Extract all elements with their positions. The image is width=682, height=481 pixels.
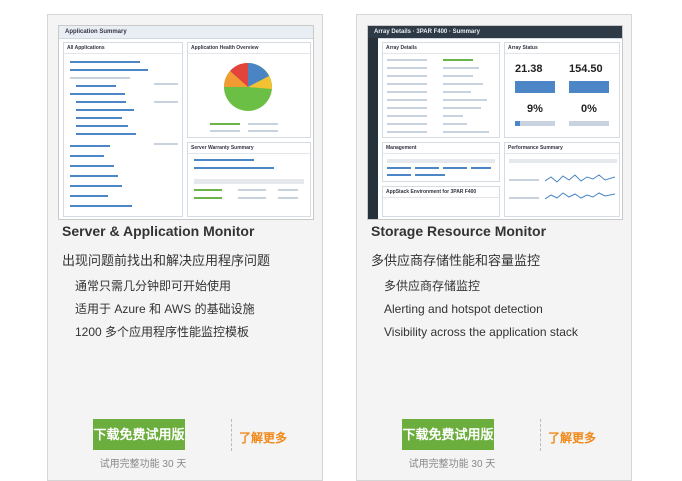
divider bbox=[540, 419, 541, 451]
product-screenshot: Application Summary All Applications App… bbox=[58, 25, 314, 220]
screenshot-panel-management: Management bbox=[382, 142, 500, 182]
screenshot-panel-performance: Performance Summary bbox=[504, 142, 620, 217]
stat-value: 9% bbox=[527, 103, 543, 115]
stat-value: 154.50 bbox=[569, 63, 603, 75]
feature-item: 适用于 Azure 和 AWS 的基础设施 bbox=[75, 302, 255, 316]
feature-item: Alerting and hotspot detection bbox=[384, 302, 543, 316]
screenshot-sidebar bbox=[368, 38, 378, 219]
screenshot-panel-warranty: Server Warranty Summary bbox=[187, 142, 311, 217]
feature-item: Visibility across the application stack bbox=[384, 325, 578, 339]
learn-more-link[interactable]: 了解更多 bbox=[548, 429, 596, 446]
download-trial-button[interactable]: 下载免费试用版 bbox=[93, 419, 185, 450]
feature-item: 通常只需几分钟即可开始使用 bbox=[75, 279, 232, 293]
pie-chart-icon bbox=[223, 62, 273, 111]
screenshot-panel-title: Management bbox=[383, 143, 499, 154]
product-title: Server & Application Monitor bbox=[62, 223, 255, 239]
feature-list: 通常只需几分钟即可开始使用 适用于 Azure 和 AWS 的基础设施 1200… bbox=[75, 275, 255, 344]
divider bbox=[231, 419, 232, 451]
stat-value: 0% bbox=[581, 103, 597, 115]
screenshot-panel-title: Array Details bbox=[383, 43, 499, 54]
download-trial-button[interactable]: 下载免费试用版 bbox=[402, 419, 494, 450]
screenshot-panel-title: Performance Summary bbox=[505, 143, 619, 154]
learn-more-link[interactable]: 了解更多 bbox=[239, 429, 287, 446]
performance-chart-icon bbox=[545, 174, 615, 200]
feature-item: 多供应商存储监控 bbox=[384, 279, 481, 293]
product-screenshot: Array Details · 3PAR F400 · Summary Arra… bbox=[367, 25, 623, 220]
screenshot-panel-title: AppStack Environment for 3PAR F400 bbox=[383, 187, 499, 198]
product-card-sam: Application Summary All Applications App… bbox=[47, 14, 323, 481]
screenshot-header: Application Summary bbox=[59, 26, 313, 39]
stat-value: 21.38 bbox=[515, 63, 543, 75]
product-subtitle: 出现问题前找出和解决应用程序问题 bbox=[62, 253, 271, 268]
screenshot-panel-title: Application Health Overview bbox=[188, 43, 310, 54]
screenshot-panel-applications: All Applications bbox=[63, 42, 183, 217]
product-card-srm: Array Details · 3PAR F400 · Summary Arra… bbox=[356, 14, 632, 481]
product-subtitle: 多供应商存储性能和容量监控 bbox=[371, 253, 541, 268]
feature-item: 1200 多个应用程序性能监控模板 bbox=[75, 325, 250, 339]
feature-list: 多供应商存储监控 Alerting and hotspot detection … bbox=[384, 275, 578, 344]
screenshot-panel-array-status: Array Status 21.38 154.50 9% 0% bbox=[504, 42, 620, 138]
screenshot-panel-appstack: AppStack Environment for 3PAR F400 bbox=[382, 186, 500, 217]
trial-note: 试用完整功能 30 天 bbox=[408, 459, 496, 470]
product-title: Storage Resource Monitor bbox=[371, 223, 547, 239]
screenshot-panel-health: Application Health Overview bbox=[187, 42, 311, 138]
trial-note: 试用完整功能 30 天 bbox=[99, 459, 187, 470]
screenshot-panel-array-details: Array Details bbox=[382, 42, 500, 138]
screenshot-panel-title: Array Status bbox=[505, 43, 619, 54]
screenshot-header: Array Details · 3PAR F400 · Summary bbox=[368, 26, 622, 39]
screenshot-panel-title: Server Warranty Summary bbox=[188, 143, 310, 154]
screenshot-panel-title: All Applications bbox=[64, 43, 182, 54]
